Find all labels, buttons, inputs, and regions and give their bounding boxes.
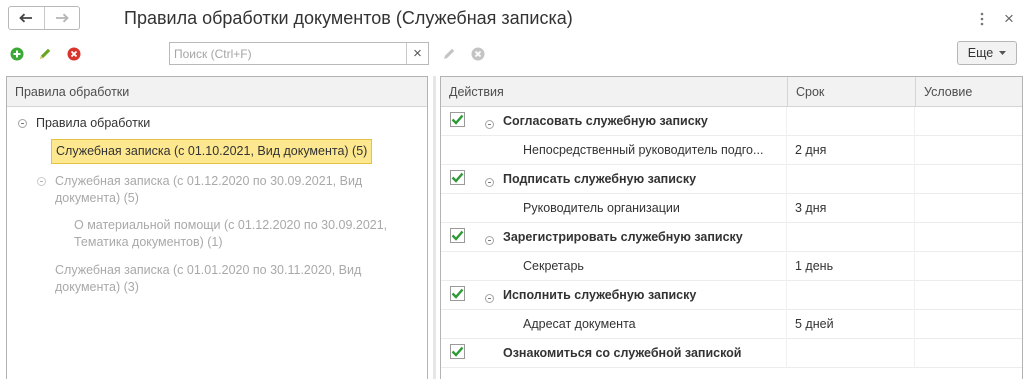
more-button[interactable]: Еще bbox=[957, 41, 1017, 65]
checkmark-icon bbox=[451, 288, 464, 299]
column-divider bbox=[914, 310, 915, 339]
tree-node[interactable]: Служебная записка (с 01.12.2020 по 30.09… bbox=[37, 173, 367, 207]
arrow-right-icon bbox=[55, 13, 69, 23]
checkmark-icon bbox=[451, 172, 464, 183]
close-window-button[interactable]: × bbox=[1001, 10, 1017, 28]
actions-grid-panel: Действия Срок Условие Согласовать служеб… bbox=[440, 76, 1023, 379]
splitter[interactable] bbox=[433, 76, 436, 379]
column-divider bbox=[914, 165, 915, 194]
action-group-row[interactable]: Согласовать служебную записку bbox=[441, 107, 1022, 136]
rules-column-header[interactable]: Правила обработки bbox=[7, 77, 427, 107]
delete-action-button[interactable] bbox=[470, 46, 486, 62]
term-value: 2 дня bbox=[795, 143, 827, 157]
action-label: Подписать служебную записку bbox=[503, 172, 697, 186]
more-button-label: Еще bbox=[967, 46, 994, 60]
action-row[interactable]: Непосредственный руководитель подго... 2 … bbox=[441, 136, 1022, 165]
column-divider bbox=[914, 194, 915, 223]
action-checkbox[interactable] bbox=[450, 344, 465, 359]
column-divider bbox=[786, 165, 787, 194]
pencil-icon bbox=[40, 48, 51, 59]
delete-circle-icon bbox=[67, 47, 81, 61]
action-row[interactable]: Адресат документа 5 дней bbox=[441, 310, 1022, 339]
action-label: Зарегистрировать служебную записку bbox=[503, 230, 743, 244]
plus-circle-icon bbox=[10, 47, 24, 61]
column-divider bbox=[786, 339, 787, 368]
collapse-toggle-icon[interactable] bbox=[485, 120, 494, 129]
action-group-row[interactable]: Исполнить служебную записку bbox=[441, 281, 1022, 310]
rules-tree-panel: Правила обработки Правила обработки Служ… bbox=[6, 76, 428, 379]
search-clear-button[interactable]: × bbox=[406, 43, 428, 64]
search-input[interactable] bbox=[170, 43, 406, 64]
action-group-row[interactable]: Подписать служебную записку bbox=[441, 165, 1022, 194]
vertical-dots-icon bbox=[980, 12, 984, 26]
column-divider bbox=[786, 223, 787, 252]
action-group-row[interactable]: Зарегистрировать служебную записку bbox=[441, 223, 1022, 252]
tree-node-label: О материальной помощи (с 01.12.2020 по 3… bbox=[74, 218, 388, 249]
delete-button[interactable] bbox=[66, 46, 82, 62]
forward-button[interactable] bbox=[43, 7, 80, 29]
column-header-actions[interactable]: Действия bbox=[441, 77, 787, 107]
column-divider bbox=[914, 281, 915, 310]
tree-node-label: Правила обработки bbox=[36, 116, 151, 130]
term-value: 5 дней bbox=[795, 317, 834, 331]
action-label: Непосредственный руководитель подго... bbox=[523, 143, 764, 157]
checkmark-icon bbox=[451, 230, 464, 241]
column-divider bbox=[914, 107, 915, 136]
action-checkbox[interactable] bbox=[450, 286, 465, 301]
column-divider bbox=[786, 136, 787, 165]
column-divider bbox=[786, 194, 787, 223]
collapse-toggle-icon[interactable] bbox=[18, 119, 27, 128]
column-divider bbox=[914, 136, 915, 165]
arrow-left-icon bbox=[19, 13, 33, 23]
collapse-toggle-icon[interactable] bbox=[485, 294, 494, 303]
action-row[interactable]: Секретарь 1 день bbox=[441, 252, 1022, 281]
action-group-row[interactable]: Ознакомиться со служебной запиской bbox=[441, 339, 1022, 368]
action-checkbox[interactable] bbox=[450, 112, 465, 127]
action-label: Секретарь bbox=[523, 259, 584, 273]
column-divider bbox=[914, 223, 915, 252]
tree-node-selected[interactable]: Служебная записка (с 01.10.2021, Вид док… bbox=[51, 139, 373, 164]
grid-header: Действия Срок Условие bbox=[441, 77, 1022, 107]
action-row[interactable]: Руководитель организации 3 дня bbox=[441, 194, 1022, 223]
page-title: Правила обработки документов (Служебная … bbox=[124, 8, 573, 28]
action-checkbox[interactable] bbox=[450, 170, 465, 185]
checkmark-icon bbox=[451, 114, 464, 125]
edit-button[interactable] bbox=[37, 46, 53, 62]
collapse-toggle-icon[interactable] bbox=[485, 178, 494, 187]
search-field: × bbox=[169, 42, 429, 65]
delete-circle-icon bbox=[471, 47, 485, 61]
tree-node[interactable]: Служебная записка (с 01.01.2020 по 30.11… bbox=[55, 262, 385, 296]
action-checkbox[interactable] bbox=[450, 228, 465, 243]
column-header-term[interactable]: Срок bbox=[787, 77, 915, 107]
collapse-toggle-icon[interactable] bbox=[485, 236, 494, 245]
pencil-icon bbox=[444, 48, 455, 59]
tree-node-root[interactable]: Правила обработки bbox=[18, 115, 150, 132]
action-label: Руководитель организации bbox=[523, 201, 680, 215]
collapse-toggle-icon[interactable] bbox=[37, 177, 46, 186]
more-actions-button[interactable] bbox=[978, 10, 986, 28]
tree-node-label: Служебная записка (с 01.12.2020 по 30.09… bbox=[55, 174, 363, 205]
tree-node[interactable]: О материальной помощи (с 01.12.2020 по 3… bbox=[74, 217, 404, 251]
action-label: Адресат документа bbox=[523, 317, 636, 331]
column-header-condition[interactable]: Условие bbox=[915, 77, 1022, 107]
term-value: 3 дня bbox=[795, 201, 827, 215]
tree-node-label: Служебная записка (с 01.10.2021, Вид док… bbox=[51, 139, 373, 164]
column-divider bbox=[786, 252, 787, 281]
checkmark-icon bbox=[451, 346, 464, 357]
edit-action-button[interactable] bbox=[441, 46, 457, 62]
term-value: 1 день bbox=[795, 259, 834, 273]
column-divider bbox=[786, 310, 787, 339]
back-button[interactable] bbox=[9, 7, 44, 29]
action-label: Исполнить служебную записку bbox=[503, 288, 697, 302]
chevron-down-icon bbox=[999, 51, 1007, 55]
action-label: Ознакомиться со служебной запиской bbox=[503, 346, 742, 360]
column-divider bbox=[786, 107, 787, 136]
navigation-group bbox=[8, 6, 80, 30]
column-divider bbox=[914, 339, 915, 368]
column-divider bbox=[786, 281, 787, 310]
tree-node-label: Служебная записка (с 01.01.2020 по 30.11… bbox=[55, 263, 362, 294]
add-button[interactable] bbox=[9, 46, 25, 62]
action-label: Согласовать служебную записку bbox=[503, 114, 708, 128]
column-divider bbox=[914, 252, 915, 281]
